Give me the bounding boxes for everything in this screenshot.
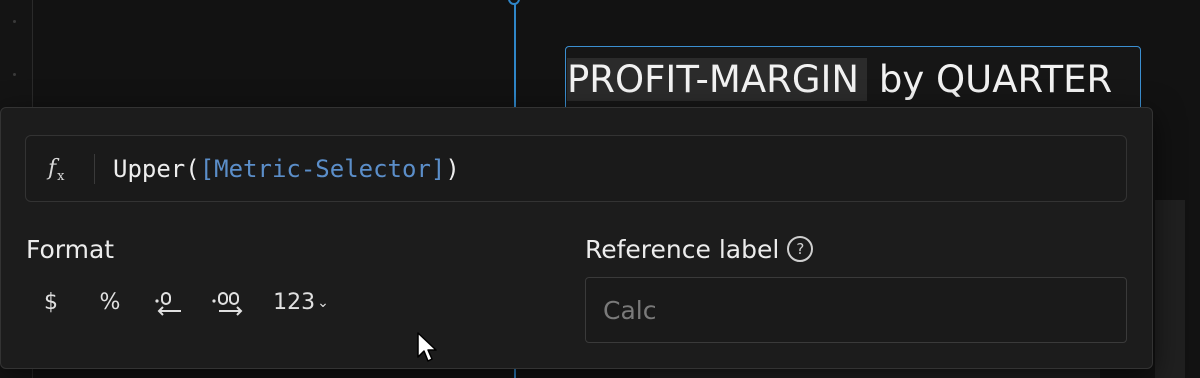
formula-prefix: Upper( bbox=[113, 155, 200, 183]
chevron-down-icon: ⌄ bbox=[317, 295, 329, 311]
formula-reference-token[interactable]: [Metric-Selector] bbox=[200, 155, 446, 183]
percent-format-button[interactable]: % bbox=[96, 286, 124, 320]
background-bar bbox=[1155, 200, 1185, 378]
fx-symbol: f bbox=[48, 156, 57, 181]
guide-handle[interactable] bbox=[508, 0, 520, 5]
fx-icon: fx bbox=[48, 154, 78, 184]
calculation-popover: fx Upper([Metric-Selector]) Format $ % 1… bbox=[0, 107, 1153, 369]
format-label: Format bbox=[26, 235, 115, 264]
decrease-decimal-icon bbox=[155, 292, 181, 316]
increase-decimal-button[interactable] bbox=[209, 286, 249, 320]
formula-divider bbox=[94, 154, 95, 184]
number-format-dropdown[interactable]: 123 ⌄ bbox=[265, 286, 337, 320]
formula-bar[interactable]: fx Upper([Metric-Selector]) bbox=[25, 135, 1127, 202]
mouse-pointer-icon bbox=[417, 332, 437, 362]
fx-subscript: x bbox=[57, 169, 65, 185]
reference-label-input[interactable] bbox=[585, 277, 1127, 343]
help-circle-icon[interactable]: ? bbox=[787, 236, 814, 262]
title-rest: by QUARTER bbox=[867, 58, 1113, 101]
title-highlighted-token: PROFIT-MARGIN bbox=[567, 58, 868, 101]
number-format-label: 123 bbox=[273, 290, 316, 315]
currency-format-button[interactable]: $ bbox=[39, 286, 63, 320]
rail-dot bbox=[13, 20, 16, 23]
increase-decimal-icon bbox=[212, 292, 243, 316]
formula-suffix: ) bbox=[445, 155, 460, 183]
formula-expression[interactable]: Upper([Metric-Selector]) bbox=[113, 152, 460, 186]
reference-label-heading: Reference label? bbox=[585, 235, 814, 265]
decrease-decimal-button[interactable] bbox=[151, 286, 187, 320]
chart-title[interactable]: PROFIT-MARGIN by QUARTER bbox=[567, 50, 1112, 106]
rail-dot bbox=[13, 73, 16, 76]
reference-label-text: Reference label bbox=[585, 235, 780, 264]
